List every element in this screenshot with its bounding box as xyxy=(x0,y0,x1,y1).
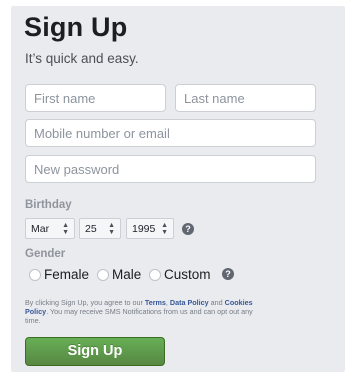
birthday-year-value: 1995 xyxy=(132,222,156,235)
page-subtitle: It’s quick and easy. xyxy=(25,51,139,66)
mobile-or-email-input[interactable] xyxy=(25,119,316,147)
terms-text: and xyxy=(208,298,225,307)
first-name-input[interactable] xyxy=(25,84,166,112)
radio-icon[interactable] xyxy=(29,268,41,281)
birthday-month-select[interactable]: Mar ▲ ▼ xyxy=(25,218,75,239)
new-password-input[interactable] xyxy=(25,155,316,183)
gender-option-label: Custom xyxy=(164,267,211,282)
terms-link[interactable]: Terms xyxy=(145,298,166,307)
birthday-day-select[interactable]: 25 ▲ ▼ xyxy=(79,218,121,239)
select-arrows-icon: ▲ ▼ xyxy=(108,221,115,236)
birthday-day-value: 25 xyxy=(85,222,97,235)
radio-icon[interactable] xyxy=(97,268,109,281)
birthday-label: Birthday xyxy=(25,199,72,211)
last-name-input[interactable] xyxy=(175,84,316,112)
gender-help-icon[interactable]: ? xyxy=(222,268,234,280)
gender-option-label: Female xyxy=(44,267,90,282)
terms-notice: By clicking Sign Up, you agree to our Te… xyxy=(25,298,265,326)
gender-option-label: Male xyxy=(112,267,142,282)
terms-text: By clicking Sign Up, you agree to our xyxy=(25,298,145,307)
terms-text: . You may receive SMS Notifications from… xyxy=(25,307,253,326)
select-arrows-icon: ▲ ▼ xyxy=(62,221,69,236)
birthday-help-icon[interactable]: ? xyxy=(182,223,194,235)
birthday-month-value: Mar xyxy=(31,222,50,235)
gender-label: Gender xyxy=(25,248,66,260)
data-policy-link[interactable]: Data Policy xyxy=(170,298,209,307)
birthday-year-select[interactable]: 1995 ▲ ▼ xyxy=(126,218,174,239)
radio-icon[interactable] xyxy=(149,268,161,281)
gender-option-male[interactable]: Male xyxy=(97,267,141,282)
page-title: Sign Up xyxy=(24,12,128,42)
gender-option-custom[interactable]: Custom xyxy=(149,267,211,282)
sign-up-button[interactable]: Sign Up xyxy=(25,337,165,366)
signup-panel: Sign Up It’s quick and easy. Birthday Ma… xyxy=(11,6,345,372)
select-arrows-icon: ▲ ▼ xyxy=(161,221,168,236)
gender-option-female[interactable]: Female xyxy=(29,267,89,282)
